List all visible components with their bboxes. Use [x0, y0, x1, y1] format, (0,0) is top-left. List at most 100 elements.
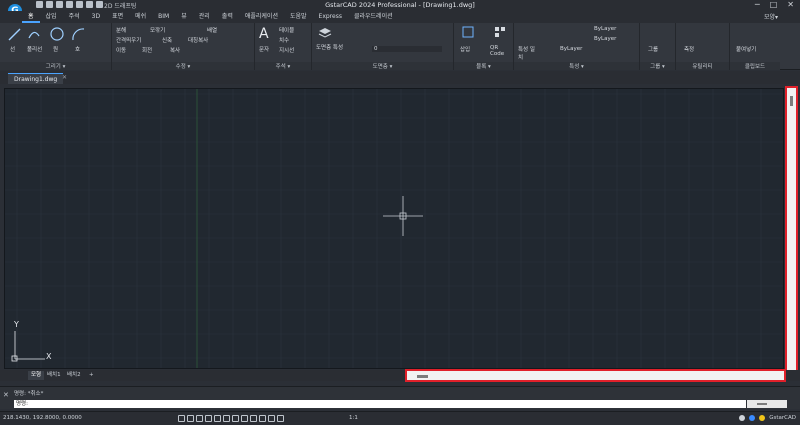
tab-help[interactable]: 도움말 [284, 11, 313, 23]
group-annotation: A 문자 테이블 치수 지시선 주석 ▾ [255, 23, 312, 70]
add-layout-button[interactable]: + [86, 371, 97, 380]
color-dropdown[interactable]: ByLayer [594, 26, 616, 32]
settings-icon[interactable] [739, 415, 746, 421]
dimension-label[interactable]: 치수 [279, 36, 289, 44]
layer-properties-label[interactable]: 도면층 특성 [316, 43, 343, 51]
paste-label[interactable]: 붙여넣기 [736, 45, 756, 53]
group-draw-label[interactable]: 그리기 ▾ [0, 62, 111, 70]
annotation-scale[interactable]: 1:1 [349, 415, 358, 421]
lineweight-toggle-icon[interactable] [232, 415, 239, 422]
tab-model[interactable]: 모형 [28, 371, 45, 380]
vertical-scroll-thumb[interactable] [790, 96, 793, 106]
tab-layout2[interactable]: 배치2 [64, 371, 84, 380]
modify-move[interactable]: 이동 [116, 46, 126, 54]
close-button[interactable]: ✕ [787, 0, 794, 9]
table-label[interactable]: 테이블 [279, 26, 294, 34]
modify-stretch[interactable]: 신축 [162, 36, 172, 44]
status-bar: 218.1430, 192.8000, 0.0000 1:1 GstarCAD [0, 411, 800, 425]
modify-copy[interactable]: 복사 [170, 46, 180, 54]
tab-manage[interactable]: 관리 [193, 11, 216, 23]
otrack-toggle-icon[interactable] [223, 415, 230, 422]
annotation-visibility-icon[interactable] [268, 415, 275, 422]
group-group-label[interactable]: 그룹 ▾ [640, 62, 675, 70]
tab-home[interactable]: 홈 [22, 11, 40, 23]
drawing-canvas[interactable]: Y X [4, 88, 784, 369]
modify-mirror[interactable]: 대칭복사 [188, 36, 208, 44]
insert-block-icon[interactable] [462, 26, 474, 38]
text-icon[interactable]: A [259, 26, 269, 42]
match-properties-label[interactable]: 특성 일치 [518, 45, 538, 61]
maximize-button[interactable]: □ [770, 0, 778, 9]
group-clipboard-label[interactable]: 클립보드 [730, 62, 780, 70]
tab-output[interactable]: 출력 [216, 11, 239, 23]
group-properties-label[interactable]: 특성 ▾ [514, 62, 639, 70]
tab-express[interactable]: Express [313, 11, 348, 23]
layer-stack-icon[interactable] [318, 26, 332, 40]
tab-insert[interactable]: 삽입 [40, 11, 63, 23]
command-input[interactable]: 명령: [14, 400, 746, 408]
status-app-label: GstarCAD [769, 415, 796, 421]
command-history-line: 명령: *취소* [14, 391, 44, 397]
command-scroll-thumb[interactable] [757, 403, 767, 405]
lineweight-dropdown[interactable]: ByLayer [560, 46, 582, 52]
group-annotation-label[interactable]: 주석 ▾ [255, 62, 311, 70]
tab-3d[interactable]: 3D [86, 11, 106, 23]
tab-layout1[interactable]: 배치1 [44, 371, 64, 380]
command-close-icon[interactable]: ✕ [3, 390, 9, 400]
modify-array[interactable]: 배열 [207, 26, 217, 34]
group-button-label[interactable]: 그룹 [648, 45, 658, 53]
minimize-button[interactable]: ─ [755, 0, 760, 9]
linetype-dropdown[interactable]: ByLayer [594, 36, 616, 42]
line-label[interactable]: 선 [10, 45, 15, 53]
horizontal-scrollbar[interactable] [405, 369, 786, 382]
horizontal-scroll-thumb[interactable] [417, 375, 428, 378]
coordinate-readout: 218.1430, 192.8000, 0.0000 [3, 415, 82, 421]
isolate-icon[interactable] [749, 415, 756, 421]
tab-bim[interactable]: BIM [152, 11, 175, 23]
qr-code-icon[interactable] [494, 26, 506, 38]
ortho-toggle-icon[interactable] [196, 415, 203, 422]
polar-toggle-icon[interactable] [205, 415, 212, 422]
grid-toggle-icon[interactable] [178, 415, 185, 422]
tab-surface[interactable]: 표면 [106, 11, 129, 23]
group-modify-label[interactable]: 수정 ▾ [112, 62, 254, 70]
dynamic-input-icon[interactable] [259, 415, 266, 422]
group-layers-label[interactable]: 도면층 ▾ [312, 62, 453, 70]
modify-explode[interactable]: 분해 [116, 26, 126, 34]
doc-tab-drawing1[interactable]: Drawing1.dwg [8, 73, 64, 84]
circle-label[interactable]: 원 [53, 45, 58, 53]
hardware-accel-icon[interactable] [759, 415, 766, 421]
arc-label[interactable]: 호 [75, 45, 80, 53]
arc-icon[interactable] [72, 28, 85, 41]
osnap-toggle-icon[interactable] [214, 415, 221, 422]
insert-label[interactable]: 삽입 [460, 45, 470, 53]
text-label[interactable]: 문자 [259, 45, 269, 53]
transparency-toggle-icon[interactable] [241, 415, 248, 422]
tab-annotate[interactable]: 주석 [63, 11, 86, 23]
selection-cycling-icon[interactable] [250, 415, 257, 422]
polyline-label[interactable]: 폴리선 [27, 45, 42, 53]
tab-applications[interactable]: 애플리케이션 [239, 11, 284, 23]
leader-label[interactable]: 지시선 [279, 46, 294, 54]
polyline-icon[interactable] [28, 28, 41, 41]
tab-view[interactable]: 뷰 [175, 11, 193, 23]
modify-rotate[interactable]: 회전 [142, 46, 152, 54]
command-scrollbar[interactable] [747, 400, 787, 408]
group-utilities-label[interactable]: 유틸리티 [676, 62, 729, 70]
vertical-scrollbar[interactable] [785, 86, 798, 372]
ribbon-panel: 선 폴리선 원 호 그리기 ▾ 분해 모깎기 간격띄우기 신축 대칭복사 이동 … [0, 23, 800, 70]
line-icon[interactable] [8, 28, 21, 41]
ribbon-options[interactable]: 모양▾ [764, 12, 778, 21]
modify-offset[interactable]: 간격띄우기 [116, 36, 141, 44]
doc-tab-close-icon[interactable]: ✕ [62, 74, 67, 81]
group-block-label[interactable]: 블록 ▾ [454, 62, 513, 70]
layer-dropdown[interactable]: 0 [372, 46, 442, 52]
tab-cloud[interactable]: 클라우드레이션 [348, 11, 399, 23]
snap-toggle-icon[interactable] [187, 415, 194, 422]
qr-code-label[interactable]: QR Code [490, 45, 512, 57]
tab-mesh[interactable]: 메쉬 [129, 11, 152, 23]
modify-fillet[interactable]: 모깎기 [150, 26, 165, 34]
measure-label[interactable]: 측정 [684, 45, 694, 53]
circle-icon[interactable] [50, 27, 64, 41]
workspace-icon[interactable] [277, 415, 284, 422]
